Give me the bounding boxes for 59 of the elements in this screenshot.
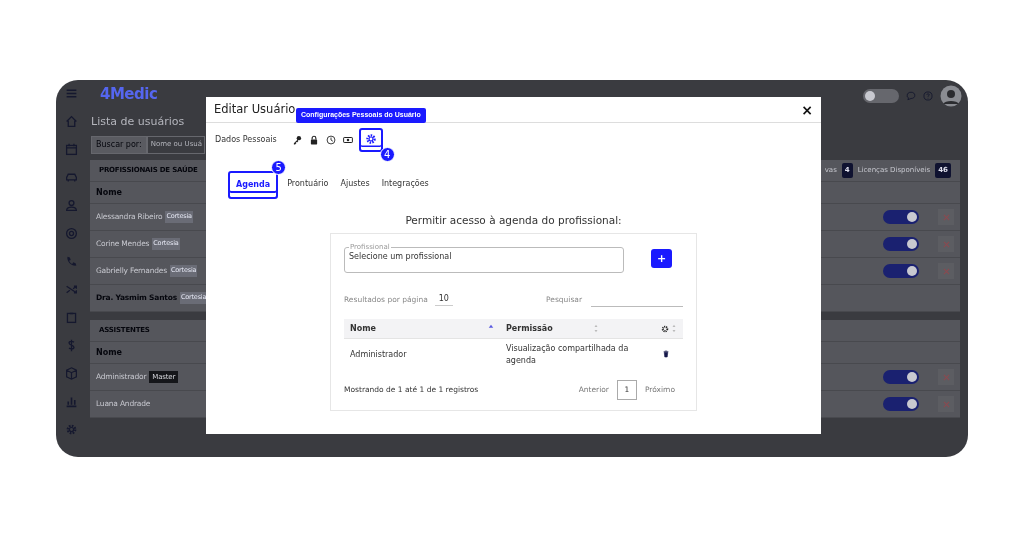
sort-icon[interactable] <box>593 324 599 333</box>
column-header: Nome <box>96 186 122 199</box>
lock-icon <box>308 135 319 145</box>
at-sign-icon[interactable] <box>64 226 78 241</box>
search-label: Buscar por: <box>91 136 147 154</box>
close-icon <box>942 400 950 408</box>
tab[interactable]: Agenda <box>228 171 279 199</box>
clock-icon <box>325 135 336 145</box>
icon-tab[interactable] <box>358 128 383 152</box>
add-button[interactable]: + <box>651 248 672 268</box>
key-icon <box>291 135 302 145</box>
chart-icon[interactable] <box>64 394 78 409</box>
tab[interactable]: Integrações <box>378 175 432 195</box>
help-icon[interactable] <box>923 91 933 101</box>
clipboard-icon[interactable] <box>64 310 78 325</box>
home-icon[interactable] <box>64 114 78 129</box>
icon-tab[interactable] <box>341 135 354 145</box>
cube-icon[interactable] <box>64 366 78 381</box>
remove-button[interactable] <box>938 209 954 225</box>
tab[interactable]: Dados Pessoais <box>214 134 278 146</box>
modal-title: Editar Usuário <box>214 100 296 118</box>
column-header: Permissão <box>505 322 553 335</box>
settings-icon[interactable] <box>661 324 669 333</box>
status-toggle[interactable] <box>883 370 919 384</box>
remove-button[interactable] <box>938 236 954 252</box>
chat-icon[interactable] <box>906 91 916 101</box>
close-button[interactable]: × <box>801 102 813 117</box>
close-icon <box>942 267 950 275</box>
status-toggle[interactable] <box>883 237 919 251</box>
user-icon[interactable] <box>64 198 78 213</box>
remove-button[interactable] <box>938 396 954 412</box>
theme-toggle[interactable] <box>863 89 899 103</box>
tab[interactable]: Ajustes <box>337 175 373 195</box>
table-cell: Visualização compartilhada da agenda <box>505 343 629 365</box>
section-heading: Permitir acesso à agenda do profissional: <box>404 213 623 228</box>
close-icon <box>942 240 950 248</box>
calendar-icon[interactable] <box>64 142 78 157</box>
close-icon <box>942 373 950 381</box>
step-badge: 5 <box>271 160 287 175</box>
table-cell: Administrador <box>350 349 407 359</box>
avatar-icon[interactable] <box>940 85 962 107</box>
status-toggle[interactable] <box>883 264 919 278</box>
trash-icon[interactable] <box>663 350 669 358</box>
banknote-icon <box>342 135 353 145</box>
page-size-select[interactable]: 10 <box>434 293 453 307</box>
logo-text: 4Medic <box>100 84 158 105</box>
select-value: Selecione um profissional <box>349 251 452 261</box>
column-header: Nome <box>350 322 376 335</box>
remove-button[interactable] <box>938 263 954 279</box>
column-header: Nome <box>96 346 122 359</box>
settings-icon <box>364 133 377 145</box>
remove-button[interactable] <box>938 369 954 385</box>
status-toggle[interactable] <box>883 397 919 411</box>
close-icon <box>942 213 950 221</box>
step-badge: 4 <box>379 147 395 162</box>
status-toggle[interactable] <box>883 210 919 224</box>
icon-tab[interactable] <box>324 135 337 145</box>
page-title: Lista de usuários <box>91 113 185 130</box>
tab[interactable]: Prontuário <box>284 175 332 195</box>
